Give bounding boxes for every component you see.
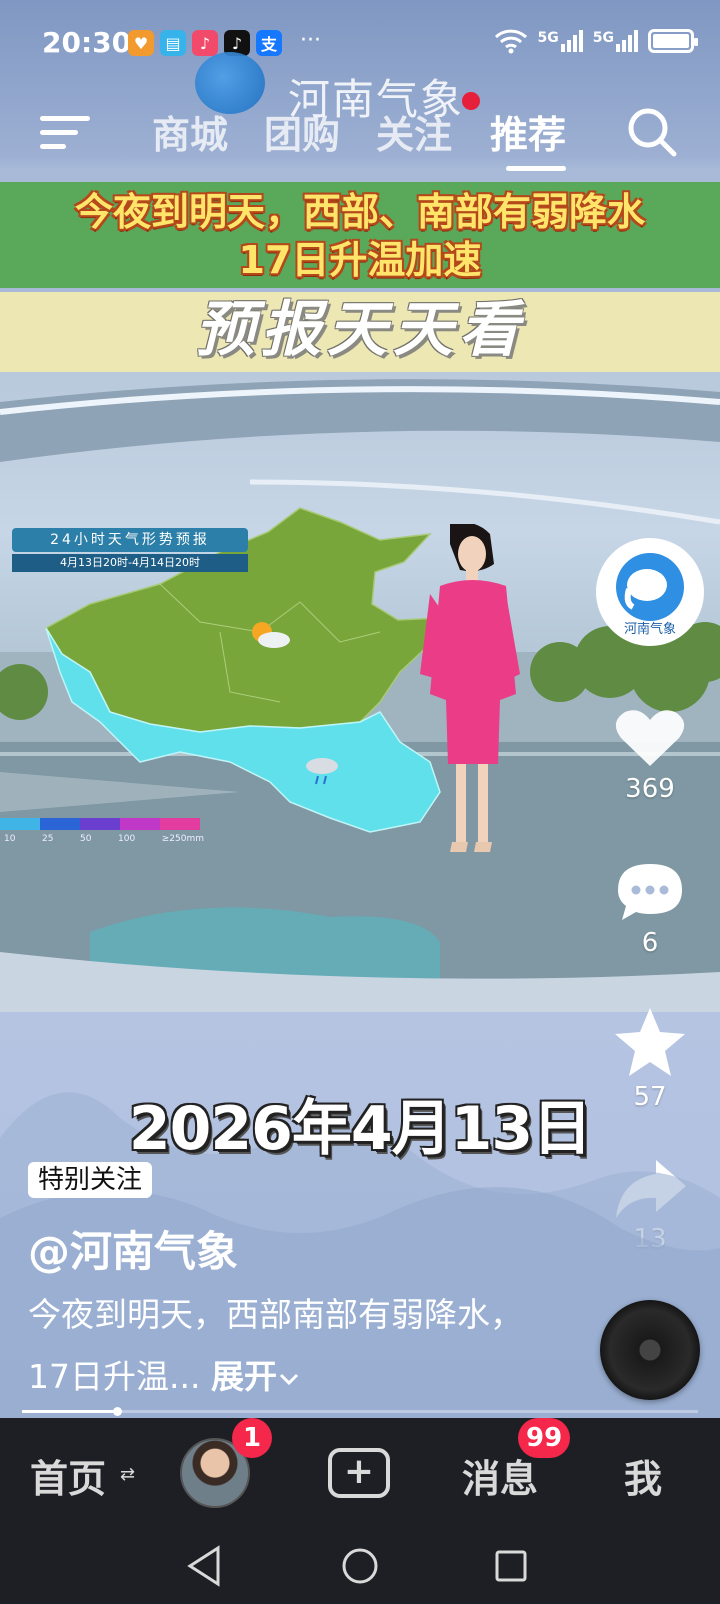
date-overlay: 2026年4月13日 bbox=[128, 1094, 592, 1164]
map-title: 24小时天气形势预报 bbox=[12, 528, 248, 552]
heart-app-icon: ♥ bbox=[128, 30, 154, 56]
switch-arrows-icon[interactable]: ⇄ bbox=[120, 1464, 135, 1485]
tab-messages[interactable]: 消息 bbox=[462, 1448, 538, 1503]
messages-badge: 99 bbox=[518, 1418, 571, 1458]
comment-icon bbox=[618, 864, 682, 920]
more-notifications-icon: ··· bbox=[300, 28, 321, 53]
program-banner: 预报天天看 bbox=[0, 292, 720, 372]
map-time-range: 4月13日20时-4月14日20时 bbox=[12, 554, 248, 572]
expand-button[interactable]: 展开 bbox=[211, 1357, 301, 1396]
signal-2: 5G bbox=[593, 30, 638, 52]
author-name[interactable]: @河南气象 bbox=[28, 1218, 238, 1279]
program-title: 预报天天看 bbox=[195, 295, 525, 365]
status-indicators: 5G 5G bbox=[494, 28, 698, 54]
search-icon[interactable] bbox=[624, 104, 680, 160]
special-follow-badge: 特别关注 bbox=[28, 1162, 153, 1198]
status-time: 20:30 bbox=[42, 26, 132, 59]
top-nav: 商城 团购 关注 推荐 bbox=[0, 90, 720, 180]
video-progress-bar[interactable] bbox=[22, 1407, 698, 1416]
post-description[interactable]: 今夜到明天，西部南部有弱降水，17日升温... 展开 bbox=[28, 1284, 548, 1408]
tab-following[interactable]: 关注 bbox=[376, 104, 452, 159]
heart-icon bbox=[615, 710, 685, 766]
tab-me[interactable]: 我 bbox=[624, 1448, 662, 1503]
tab-group-buy[interactable]: 团购 bbox=[264, 104, 340, 159]
like-count: 369 bbox=[625, 774, 675, 804]
chevron-down-icon bbox=[279, 1373, 299, 1385]
notification-icons: ♥ ▤ ♪ ♪ 支 bbox=[128, 30, 282, 56]
create-post-button[interactable]: + bbox=[328, 1448, 390, 1498]
video-progress-handle[interactable] bbox=[112, 1407, 122, 1416]
friends-badge: 1 bbox=[232, 1418, 272, 1458]
music-disc-icon[interactable] bbox=[600, 1300, 700, 1400]
video-progress-fill bbox=[22, 1410, 117, 1413]
headline-line-2: 17日升温加速 bbox=[238, 238, 482, 282]
tab-recommended[interactable]: 推荐 bbox=[490, 104, 566, 159]
screen: 20:30 ♥ ▤ ♪ ♪ 支 ··· 5G 5G 河南气象 商城 团购 关注 … bbox=[0, 0, 720, 1604]
back-icon[interactable] bbox=[187, 1545, 220, 1587]
tab-mall[interactable]: 商城 bbox=[152, 104, 228, 159]
comment-count: 6 bbox=[641, 928, 659, 958]
book-app-icon: ▤ bbox=[160, 30, 186, 56]
account-avatar[interactable]: 河南气象 bbox=[596, 538, 704, 646]
recents-square-icon[interactable] bbox=[495, 1550, 527, 1582]
rain-scale-labels: 10 25 50 100 ≥250mm bbox=[4, 834, 204, 844]
elephant-logo-icon: 河南气象 bbox=[616, 553, 684, 637]
tab-home[interactable]: 首页 bbox=[30, 1448, 106, 1503]
active-tab-indicator bbox=[506, 166, 566, 171]
wifi-icon bbox=[494, 29, 527, 54]
menu-icon[interactable] bbox=[38, 110, 94, 154]
weather-presenter bbox=[420, 524, 520, 852]
headline-line-1: 今夜到明天，西部、南部有弱降水 bbox=[74, 190, 645, 234]
like-button[interactable]: 369 bbox=[606, 706, 694, 804]
system-nav-icons bbox=[187, 1545, 527, 1587]
comment-button[interactable]: 6 bbox=[606, 860, 694, 958]
video-player[interactable]: 20:30 ♥ ▤ ♪ ♪ 支 ··· 5G 5G 河南气象 商城 团购 关注 … bbox=[0, 0, 720, 1418]
account-logo-text: 河南气象 bbox=[624, 621, 676, 637]
headline-banner: 今夜到明天，西部、南部有弱降水 17日升温加速 bbox=[0, 182, 720, 288]
alipay-app-icon: 支 bbox=[256, 30, 282, 56]
battery-icon bbox=[648, 29, 698, 53]
signal-1: 5G bbox=[538, 30, 583, 52]
rain-scale-bar bbox=[0, 818, 200, 834]
music-app-icon: ♪ bbox=[192, 30, 218, 56]
bottom-tab-bar: 首页 ⇄ 1 + 消息 99 我 bbox=[0, 1418, 720, 1528]
system-nav-bar bbox=[0, 1528, 720, 1604]
home-circle-icon[interactable] bbox=[342, 1548, 378, 1584]
